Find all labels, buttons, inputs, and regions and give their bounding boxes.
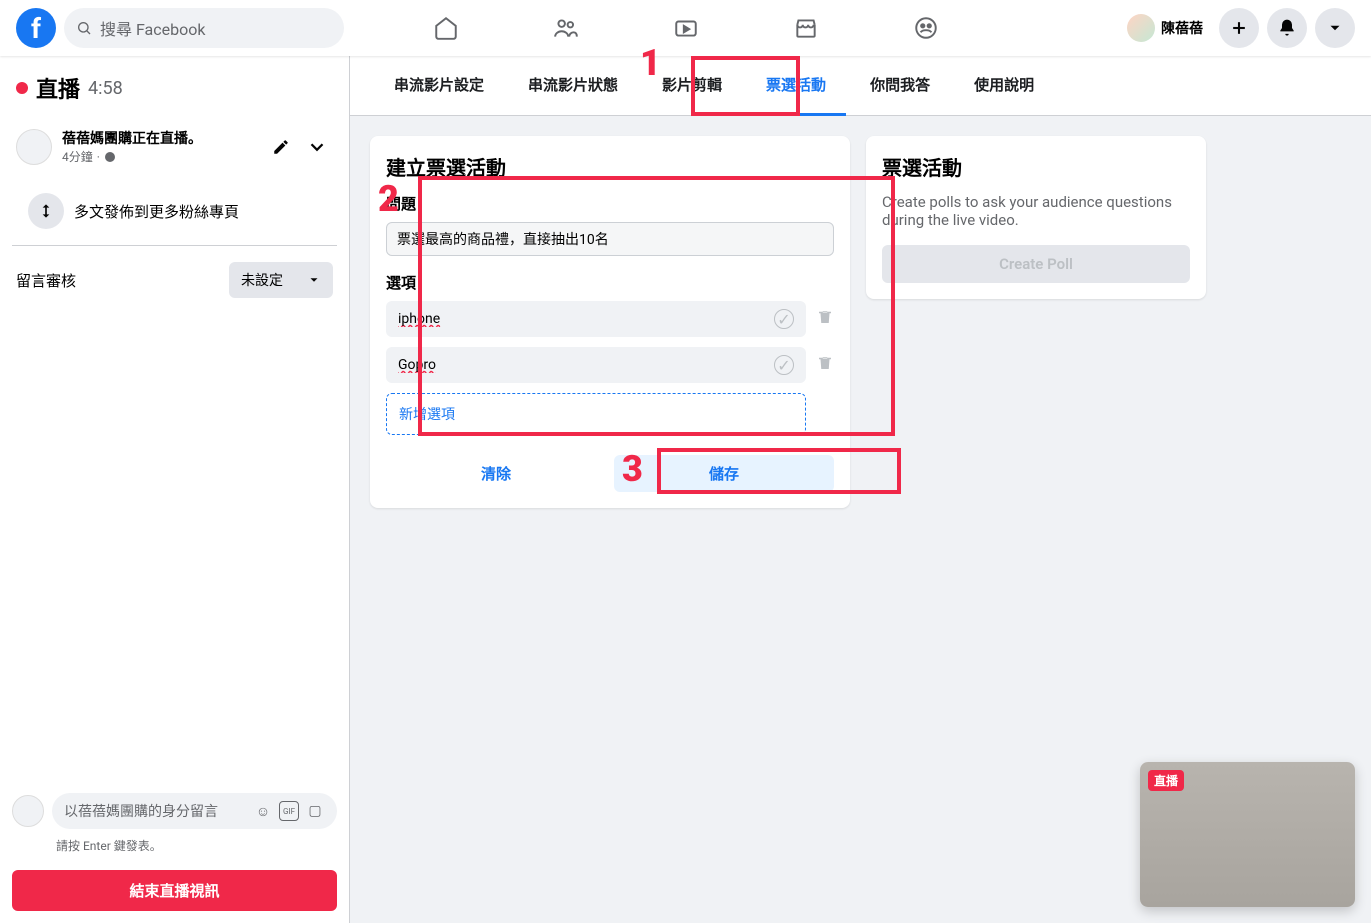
content: 建立票選活動 問題 選項 ✓ ✓ 新增選項: [350, 116, 1371, 528]
expand-button[interactable]: [301, 131, 333, 163]
nav-icons: [390, 4, 982, 52]
delete-option-0[interactable]: [816, 308, 834, 330]
crosspost-icon-wrap: [28, 193, 64, 229]
pencil-icon: [272, 138, 290, 156]
options-label: 選項: [386, 272, 834, 293]
stream-avatar: [16, 129, 52, 165]
stream-title: 蓓蓓媽團購正在直播。: [62, 128, 255, 148]
comment-review-row: 留言審核 未設定: [0, 246, 349, 314]
poll-side-title: 票選活動: [882, 152, 1190, 181]
tab-video-clip[interactable]: 影片剪輯: [642, 56, 742, 116]
create-button[interactable]: [1219, 8, 1259, 48]
sidebar: 直播 4:58 蓓蓓媽團購正在直播。 4分鐘 · 多文發佈到更多粉絲專頁 留言審…: [0, 56, 350, 923]
nav-marketplace[interactable]: [750, 4, 862, 52]
option-row-1: ✓: [386, 347, 834, 383]
avatar: [1127, 14, 1155, 42]
user-name: 陳蓓蓓: [1161, 18, 1203, 38]
sidebar-bottom: 以蓓蓓媽團購的身分留言 ☺ GIF ▢ 請按 Enter 鍵發表。 結束直播視訊: [0, 777, 349, 923]
main-content: 串流影片設定 串流影片狀態 影片剪輯 票選活動 你問我答 使用說明 建立票選活動…: [350, 56, 1371, 923]
save-button[interactable]: 儲存: [614, 455, 834, 492]
video-live-badge: 直播: [1148, 770, 1184, 791]
option-check-icon[interactable]: ✓: [774, 355, 794, 375]
stream-meta: 4分鐘 ·: [62, 148, 255, 165]
friends-icon: [553, 15, 579, 41]
nav-groups[interactable]: [870, 4, 982, 52]
comment-icons: ☺ GIF ▢: [253, 801, 325, 821]
crosspost-label: 多文發佈到更多粉絲專頁: [74, 201, 239, 222]
trash-icon: [816, 354, 834, 372]
stream-actions: [265, 131, 333, 163]
search-icon: [76, 20, 92, 36]
bell-icon: [1277, 18, 1297, 38]
nav-home[interactable]: [390, 4, 502, 52]
sidebar-header: 直播 4:58: [0, 56, 349, 120]
add-option-button[interactable]: 新增選項: [386, 393, 806, 435]
live-time: 4:58: [88, 78, 123, 99]
create-poll-button[interactable]: Create Poll: [882, 245, 1190, 283]
option-row-0: ✓: [386, 301, 834, 337]
search-placeholder: 搜尋 Facebook: [100, 16, 205, 40]
groups-icon: [913, 15, 939, 41]
comment-input-row: 以蓓蓓媽團購的身分留言 ☺ GIF ▢: [12, 789, 337, 833]
poll-form-title: 建立票選活動: [386, 152, 834, 181]
tab-stream-status[interactable]: 串流影片狀態: [508, 56, 638, 116]
tabs: 串流影片設定 串流影片狀態 影片剪輯 票選活動 你問我答 使用說明: [350, 56, 1371, 116]
stream-info: 蓓蓓媽團購正在直播。 4分鐘 ·: [0, 120, 349, 173]
edit-button[interactable]: [265, 131, 297, 163]
tab-stream-settings[interactable]: 串流影片設定: [374, 56, 504, 116]
chevron-down-icon: [307, 273, 321, 287]
tab-help[interactable]: 使用說明: [954, 56, 1054, 116]
live-title: 直播: [36, 72, 80, 104]
option-input-0[interactable]: [386, 301, 806, 337]
poll-side-description: Create polls to ask your audience questi…: [882, 193, 1190, 229]
stream-text: 蓓蓓媽團購正在直播。 4分鐘 ·: [62, 128, 255, 165]
marketplace-icon: [793, 15, 819, 41]
question-input[interactable]: [386, 222, 834, 256]
question-label: 問題: [386, 193, 834, 214]
poll-form-card: 建立票選活動 問題 選項 ✓ ✓ 新增選項: [370, 136, 850, 508]
tab-polls[interactable]: 票選活動: [746, 56, 846, 116]
crosspost-icon: [36, 201, 56, 221]
sticker-icon[interactable]: ▢: [305, 801, 325, 821]
facebook-logo[interactable]: f: [16, 8, 56, 48]
comment-hint: 請按 Enter 鍵發表。: [12, 837, 337, 854]
trash-icon: [816, 308, 834, 326]
user-chip[interactable]: 陳蓓蓓: [1119, 10, 1211, 46]
comment-review-dropdown[interactable]: 未設定: [229, 262, 333, 298]
form-actions: 清除 儲存: [386, 455, 834, 492]
comment-avatar: [12, 795, 44, 827]
nav-friends[interactable]: [510, 4, 622, 52]
live-indicator-dot: [16, 82, 28, 94]
home-icon: [433, 15, 459, 41]
globe-icon: [104, 151, 116, 163]
comment-review-label: 留言審核: [16, 270, 76, 291]
video-preview[interactable]: 直播: [1140, 762, 1355, 907]
search-input[interactable]: 搜尋 Facebook: [64, 8, 344, 48]
option-check-icon[interactable]: ✓: [774, 309, 794, 329]
account-menu-button[interactable]: [1315, 8, 1355, 48]
poll-side-card: 票選活動 Create polls to ask your audience q…: [866, 136, 1206, 299]
chevron-down-icon: [1326, 19, 1344, 37]
nav-watch[interactable]: [630, 4, 742, 52]
crosspost-row[interactable]: 多文發佈到更多粉絲專頁: [12, 181, 337, 246]
gif-icon[interactable]: GIF: [279, 801, 299, 821]
end-stream-button[interactable]: 結束直播視訊: [12, 870, 337, 911]
notifications-button[interactable]: [1267, 8, 1307, 48]
option-input-1[interactable]: [386, 347, 806, 383]
delete-option-1[interactable]: [816, 354, 834, 376]
chevron-down-icon: [306, 136, 328, 158]
watch-icon: [673, 15, 699, 41]
comment-field[interactable]: 以蓓蓓媽團購的身分留言 ☺ GIF ▢: [52, 793, 337, 829]
plus-icon: [1229, 18, 1249, 38]
tab-qa[interactable]: 你問我答: [850, 56, 950, 116]
top-header: f 搜尋 Facebook 陳蓓蓓: [0, 0, 1371, 56]
header-right: 陳蓓蓓: [1119, 8, 1355, 48]
clear-button[interactable]: 清除: [386, 455, 606, 492]
emoji-icon[interactable]: ☺: [253, 801, 273, 821]
